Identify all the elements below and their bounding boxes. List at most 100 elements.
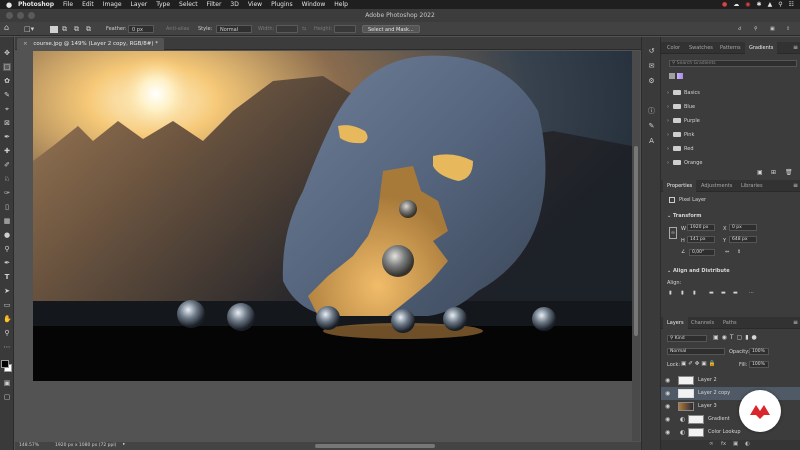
panel-menu-icon[interactable]: ≡ [793,42,798,54]
transform-section-header[interactable]: ⌄ Transform [667,213,701,219]
menu-plugins[interactable]: Plugins [271,1,293,8]
comments-panel-icon[interactable]: ✉ [647,62,656,71]
shape-tool-icon[interactable]: ▭ [3,301,11,309]
menu-image[interactable]: Image [103,1,122,8]
blend-mode-select[interactable]: Normal [667,348,725,355]
fill-field[interactable]: 100% [749,361,769,368]
creative-cloud-icon[interactable]: ◉ [745,1,750,8]
gradient-folder[interactable]: › Blue [667,102,695,112]
document-tab[interactable]: × course.jpg @ 149% (Layer 2 copy, RGB/8… [17,38,165,50]
align-right-icon[interactable]: ▮ [693,290,696,296]
history-brush-tool-icon[interactable]: ✑ [3,189,11,197]
zoom-window-icon[interactable] [28,12,35,19]
tab-patterns[interactable]: Patterns [716,42,745,54]
menu-file[interactable]: File [63,1,73,8]
move-tool-icon[interactable]: ✥ [3,49,11,57]
panel-menu-icon[interactable]: ≡ [793,317,798,329]
link-layers-icon[interactable]: ∞ [709,441,714,447]
style-select[interactable]: Normal [216,25,252,33]
menu-view[interactable]: View [248,1,262,8]
new-gradient-icon[interactable]: ⊞ [771,169,776,176]
antialias-checkbox[interactable]: Anti-alias [166,25,189,33]
swap-icon[interactable]: ⇆ [302,25,306,33]
hand-tool-icon[interactable]: ✋ [3,315,12,323]
menu-3d[interactable]: 3D [230,1,238,8]
blur-tool-icon[interactable]: ● [3,231,11,239]
subtract-selection-icon[interactable]: ⧉ [74,25,79,33]
tab-paths[interactable]: Paths [719,317,741,329]
select-and-mask-button[interactable]: Select and Mask... [362,25,420,33]
visibility-eye-icon[interactable]: ◉ [665,413,670,426]
gradient-tool-icon[interactable]: ▦ [3,217,11,225]
gradient-folder[interactable]: › Pink [667,130,694,140]
bluetooth-icon[interactable]: ✱ [757,1,762,8]
tab-gradients[interactable]: Gradients [745,42,778,54]
search-icon[interactable]: ⚲ [778,1,782,8]
quick-mask-icon[interactable]: ▣ [3,379,11,387]
gradient-search-input[interactable]: ⚲ Search Gradients [669,60,797,67]
visibility-eye-icon[interactable]: ◉ [665,374,670,387]
minimize-window-icon[interactable] [17,12,24,19]
crop-tool-icon[interactable]: ⌖ [3,105,11,113]
panel-menu-icon[interactable]: ≡ [793,180,798,192]
more-tools-icon[interactable]: ⋯ [3,343,11,351]
quick-select-tool-icon[interactable]: ✎ [3,91,11,99]
layer-row[interactable]: ◉ Layer 2 [661,374,800,387]
tab-color[interactable]: Color [663,42,684,54]
cloud-icon[interactable]: ☁ [733,1,739,8]
adjust-panel-icon[interactable]: ⚙ [647,77,656,86]
brush-settings-icon[interactable]: ✎ [647,122,656,131]
share-icon[interactable]: ☌ [738,25,741,33]
close-tab-icon[interactable]: × [23,41,28,47]
eraser-tool-icon[interactable]: ▯ [3,203,11,211]
visibility-eye-icon[interactable]: ◉ [665,426,670,439]
flip-vertical-icon[interactable]: ⇕ [737,249,741,255]
gradient-folder[interactable]: › Basics [667,88,700,98]
width-input[interactable] [276,25,298,33]
tab-channels[interactable]: Channels [687,317,718,329]
align-section-header[interactable]: ⌄ Align and Distribute [667,268,730,274]
record-icon[interactable]: ● [722,1,727,8]
add-selection-icon[interactable]: ⧉ [62,25,67,33]
menu-filter[interactable]: Filter [207,1,222,8]
link-dimensions-icon[interactable]: ∞ [669,227,677,239]
close-window-icon[interactable] [6,12,13,19]
control-center-icon[interactable]: ☷ [789,1,794,8]
home-icon[interactable]: ⌂ [4,24,9,32]
feather-input[interactable]: 0 px [128,25,154,33]
visibility-eye-icon[interactable]: ◉ [665,387,670,400]
apple-icon[interactable]: ● [4,1,14,9]
status-menu-icon[interactable]: ▸ [123,442,125,447]
new-selection-icon[interactable] [50,26,58,33]
document-dimensions[interactable]: 1920 px x 1080 px (72 ppi) [55,443,116,448]
document-canvas[interactable] [33,51,632,381]
frame-tool-icon[interactable]: ⊠ [3,119,11,127]
menu-layer[interactable]: Layer [131,1,148,8]
tab-properties[interactable]: Properties [663,180,697,192]
layer-filter-icons[interactable]: ▣◉T▢▮● [713,334,760,341]
healing-brush-tool-icon[interactable]: ✚ [3,147,11,155]
dodge-tool-icon[interactable]: ⚲ [3,245,11,253]
horizontal-scroll-thumb[interactable] [315,444,435,448]
character-panel-icon[interactable]: A [647,137,656,146]
lasso-tool-icon[interactable]: ✿ [3,77,11,85]
marquee-tool-icon[interactable]: □ [3,63,11,71]
angle-field[interactable]: 0,00° [689,249,715,256]
gradient-preview-swatch[interactable] [669,73,675,79]
share-upload-icon[interactable]: ⇧ [786,25,790,33]
align-middle-icon[interactable]: ▬ [721,290,726,296]
menu-window[interactable]: Window [302,1,326,8]
gradient-folder[interactable]: › Red [667,144,694,154]
more-options-icon[interactable]: ⋯ [749,290,754,296]
screen-mode-icon[interactable]: ▢ [3,393,11,401]
menu-type[interactable]: Type [156,1,170,8]
align-center-icon[interactable]: ▮ [681,290,684,296]
foreground-color-swatch[interactable] [1,360,9,368]
height-field[interactable]: 141 px [687,236,715,243]
tab-swatches[interactable]: Swatches [685,42,717,54]
workspace-icon[interactable]: ▣ [770,25,775,33]
layer-kind-filter[interactable]: ⚲ Kind [667,335,707,342]
new-adjustment-icon[interactable]: ◐ [745,441,750,447]
info-panel-icon[interactable]: ⓘ [647,107,656,116]
align-top-icon[interactable]: ▬ [709,290,714,296]
